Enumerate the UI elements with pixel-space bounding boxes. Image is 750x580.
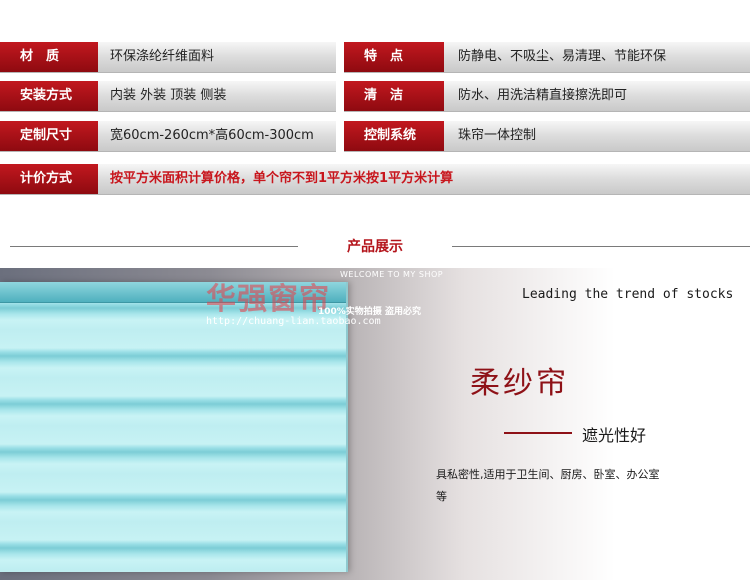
spec-row-size: 定制尺寸 宽60cm-260cm*高60cm-300cm 控制系统 珠帘一体控制 <box>0 121 750 152</box>
spec-label-features: 特 点 <box>344 42 444 72</box>
product-description: 具私密性,适用于卫生间、厨房、卧室、办公室等 <box>436 468 660 503</box>
spec-label-cleaning: 清 洁 <box>344 81 444 111</box>
product-banner: 华强窗帘 WELCOME TO MY SHOP 100%实物拍摄 盗用必究 ht… <box>0 268 750 580</box>
spec-value-material: 环保涤纶纤维面料 <box>110 49 215 64</box>
spec-value-pricing: 按平方米面积计算价格，单个帘不到1平方米按1平方米计算 <box>110 171 454 186</box>
section-title: 产品展示 <box>347 239 403 255</box>
spec-row-pricing: 计价方式 按平方米面积计算价格，单个帘不到1平方米按1平方米计算 <box>0 164 750 195</box>
spec-row-material: 材 质 环保涤纶纤维面料 特 点 防静电、不吸尘、易清理、节能环保 <box>0 42 750 73</box>
product-name: 柔纱帘 <box>470 366 569 401</box>
spec-value-control: 珠帘一体控制 <box>458 128 537 143</box>
section-divider-right <box>452 246 750 247</box>
spec-value-cleaning: 防水、用洗洁精直接擦洗即可 <box>458 88 628 103</box>
feature-text: 遮光性好 <box>582 426 647 445</box>
spec-label-control: 控制系统 <box>344 121 444 151</box>
welcome-text: WELCOME TO MY SHOP <box>340 270 444 279</box>
feature-divider <box>504 432 572 434</box>
spec-label-pricing: 计价方式 <box>0 164 98 194</box>
shop-logo: 华强窗帘 <box>206 282 330 317</box>
spec-label-installation: 安装方式 <box>0 81 98 111</box>
spec-row-installation: 安装方式 内装 外装 顶装 侧装 清 洁 防水、用洗洁精直接擦洗即可 <box>0 81 750 112</box>
spec-label-material: 材 质 <box>0 42 98 72</box>
spec-value-size: 宽60cm-260cm*高60cm-300cm <box>110 128 314 143</box>
section-divider-left <box>10 246 298 247</box>
shop-url: http://chuang-lian.taobao.com <box>206 316 381 327</box>
tagline: Leading the trend of stocks <box>522 287 734 302</box>
spec-label-size: 定制尺寸 <box>0 121 98 151</box>
spec-value-installation: 内装 外装 顶装 侧装 <box>110 88 227 103</box>
spec-value-features: 防静电、不吸尘、易清理、节能环保 <box>458 49 667 64</box>
